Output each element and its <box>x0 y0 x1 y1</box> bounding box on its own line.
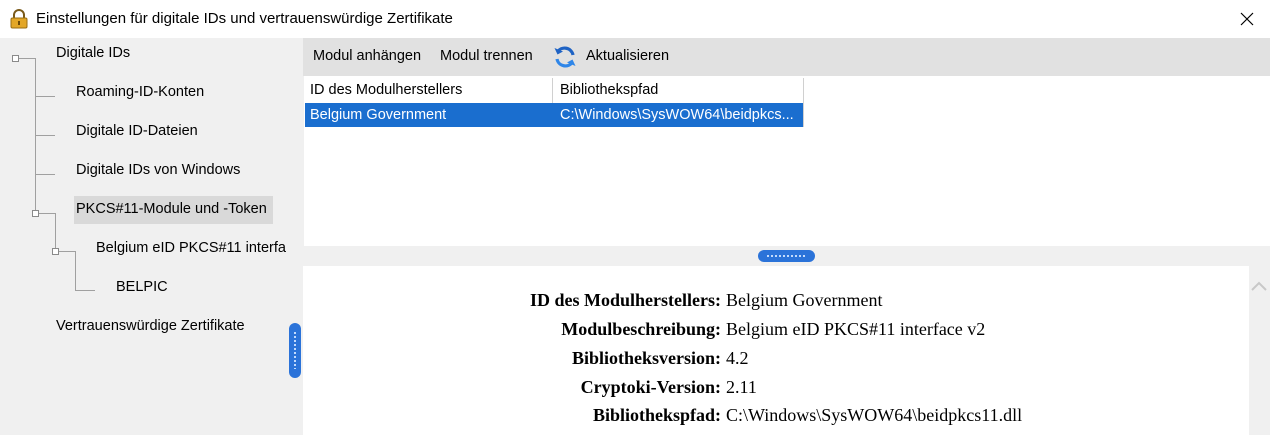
cell-library-path: C:\Windows\SysWOW64\beidpkcs... <box>560 107 794 123</box>
tree-expander[interactable] <box>32 210 39 217</box>
tree-item-trusted-certificates[interactable]: Vertrauenswürdige Zertifikate <box>56 318 245 334</box>
chevron-up-icon[interactable] <box>1251 280 1267 292</box>
detail-value: Belgium Government <box>726 290 883 310</box>
close-button[interactable] <box>1224 0 1270 38</box>
refresh-button[interactable]: Aktualisieren <box>552 44 677 72</box>
detail-value: Belgium eID PKCS#11 interface v2 <box>726 319 986 339</box>
tree-connector <box>35 135 55 136</box>
refresh-label: Aktualisieren <box>586 48 670 64</box>
close-icon <box>1240 12 1254 26</box>
tree-expander[interactable] <box>52 248 59 255</box>
tree-expander[interactable] <box>12 55 19 62</box>
refresh-icon <box>554 46 576 68</box>
detail-label: ID des Modulherstellers: <box>530 290 721 310</box>
window-title: Einstellungen für digitale IDs und vertr… <box>36 10 453 27</box>
tree-item-belgium-eid-module[interactable]: Belgium eID PKCS#11 interfa <box>96 240 286 256</box>
tree-connector <box>16 58 36 59</box>
detach-module-button[interactable]: Modul trennen <box>440 48 533 64</box>
vertical-splitter-handle[interactable] <box>289 323 301 378</box>
column-header-manufacturer[interactable]: ID des Modulherstellers <box>310 78 462 102</box>
detail-value: 2.11 <box>726 377 757 397</box>
tree-item-digital-id-files[interactable]: Digitale ID-Dateien <box>76 123 198 139</box>
detail-label: Cryptoki-Version: <box>580 377 721 397</box>
grip-icon <box>293 331 297 369</box>
tree-item-roaming-id-accounts[interactable]: Roaming-ID-Konten <box>76 84 204 100</box>
tree-connector <box>35 96 55 97</box>
title-bar: Einstellungen für digitale IDs und vertr… <box>0 0 1270 38</box>
grip-icon <box>766 254 806 258</box>
cell-manufacturer: Belgium Government <box>310 107 447 123</box>
horizontal-splitter-handle[interactable] <box>758 250 815 262</box>
tree-item-digital-ids[interactable]: Digitale IDs <box>56 45 130 61</box>
column-divider[interactable] <box>803 78 804 127</box>
tree-connector <box>75 290 95 291</box>
tree-connector <box>55 213 56 252</box>
tree-item-windows-digital-ids[interactable]: Digitale IDs von Windows <box>76 162 240 178</box>
tree-item-pkcs11-modules[interactable]: PKCS#11-Module und -Token <box>74 196 273 224</box>
column-header-library-path[interactable]: Bibliothekspfad <box>560 78 658 102</box>
lock-icon <box>10 9 28 29</box>
attach-module-button[interactable]: Modul anhängen <box>313 48 421 64</box>
tree-item-belpic-token[interactable]: BELPIC <box>116 279 168 295</box>
detail-label: Bibliothekspfad: <box>592 405 721 425</box>
detail-label: Modulbeschreibung: <box>561 319 721 339</box>
table-row[interactable]: Belgium Government C:\Windows\SysWOW64\b… <box>305 103 803 127</box>
detail-label: Bibliotheksversion: <box>571 348 721 368</box>
detail-value: 4.2 <box>726 348 749 368</box>
tree-connector <box>35 174 55 175</box>
detail-value: C:\Windows\SysWOW64\beidpkcs11.dll <box>726 405 1023 425</box>
tree-connector <box>75 251 76 291</box>
